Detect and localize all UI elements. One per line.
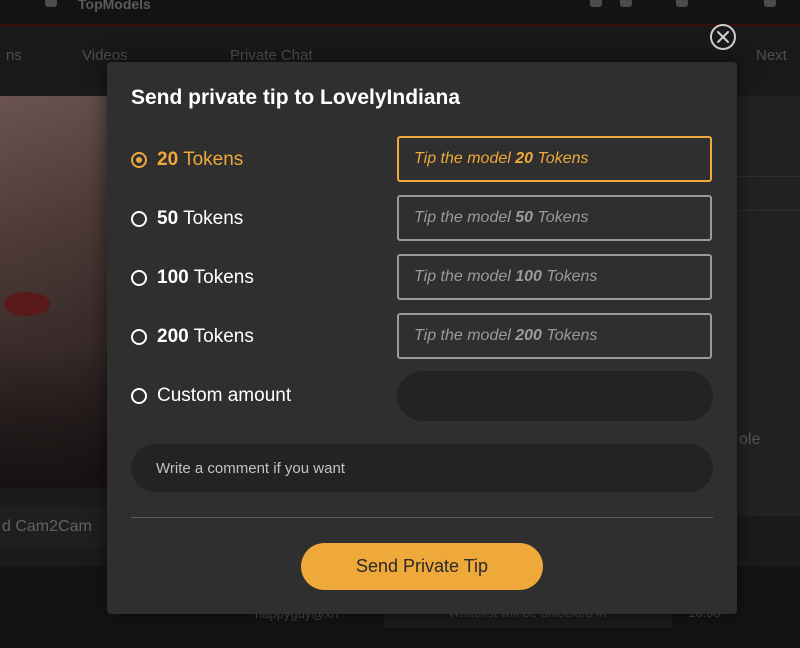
divider — [131, 517, 713, 518]
option-label: 200 Tokens — [157, 326, 254, 347]
menu-icon — [45, 0, 57, 7]
option-200-tokens[interactable]: 200 Tokens — [131, 322, 254, 352]
option-50-tokens[interactable]: 50 Tokens — [131, 204, 243, 234]
tip-200-tokens-box[interactable]: Tip the model 200 Tokens — [397, 313, 712, 359]
radio-200-tokens[interactable] — [131, 329, 147, 345]
option-20-tokens[interactable]: 20 Tokens — [131, 145, 243, 175]
heart-icon — [676, 0, 688, 7]
custom-amount-input[interactable] — [397, 371, 713, 421]
nav-item[interactable]: ns — [6, 47, 22, 64]
radio-custom-amount[interactable] — [131, 388, 147, 404]
option-label: Custom amount — [157, 385, 292, 406]
mail-icon — [764, 0, 776, 7]
close-button[interactable] — [710, 24, 736, 50]
side-panel: ole — [737, 96, 800, 516]
radio-50-tokens[interactable] — [131, 211, 147, 227]
bell-icon — [590, 0, 602, 7]
option-custom-amount[interactable]: Custom amount — [131, 381, 291, 411]
tip-50-tokens-box[interactable]: Tip the model 50 Tokens — [397, 195, 712, 241]
globe-icon — [620, 0, 632, 7]
option-100-tokens[interactable]: 100 Tokens — [131, 263, 254, 293]
radio-100-tokens[interactable] — [131, 270, 147, 286]
close-icon — [717, 31, 729, 43]
tip-20-tokens-box[interactable]: Tip the model 20 Tokens — [397, 136, 712, 182]
comment-input[interactable] — [131, 444, 713, 492]
modal-title: Send private tip to LovelyIndiana — [131, 86, 461, 109]
site-logo: TopModels — [78, 0, 151, 12]
option-label: 20 Tokens — [157, 149, 244, 170]
option-label: 50 Tokens — [157, 208, 244, 229]
nav-item-next[interactable]: Next — [756, 47, 787, 64]
side-panel-text: ole — [739, 431, 761, 448]
tip-100-tokens-box[interactable]: Tip the model 100 Tokens — [397, 254, 712, 300]
radio-20-tokens[interactable] — [131, 152, 147, 168]
option-label: 100 Tokens — [157, 267, 254, 288]
top-bar: TopModels — [0, 0, 800, 26]
tip-modal: Send private tip to LovelyIndiana 20 Tok… — [107, 62, 737, 614]
send-private-tip-button[interactable]: Send Private Tip — [301, 543, 543, 590]
video-player — [0, 96, 110, 488]
cam2cam-button[interactable]: d Cam2Cam — [0, 506, 118, 548]
